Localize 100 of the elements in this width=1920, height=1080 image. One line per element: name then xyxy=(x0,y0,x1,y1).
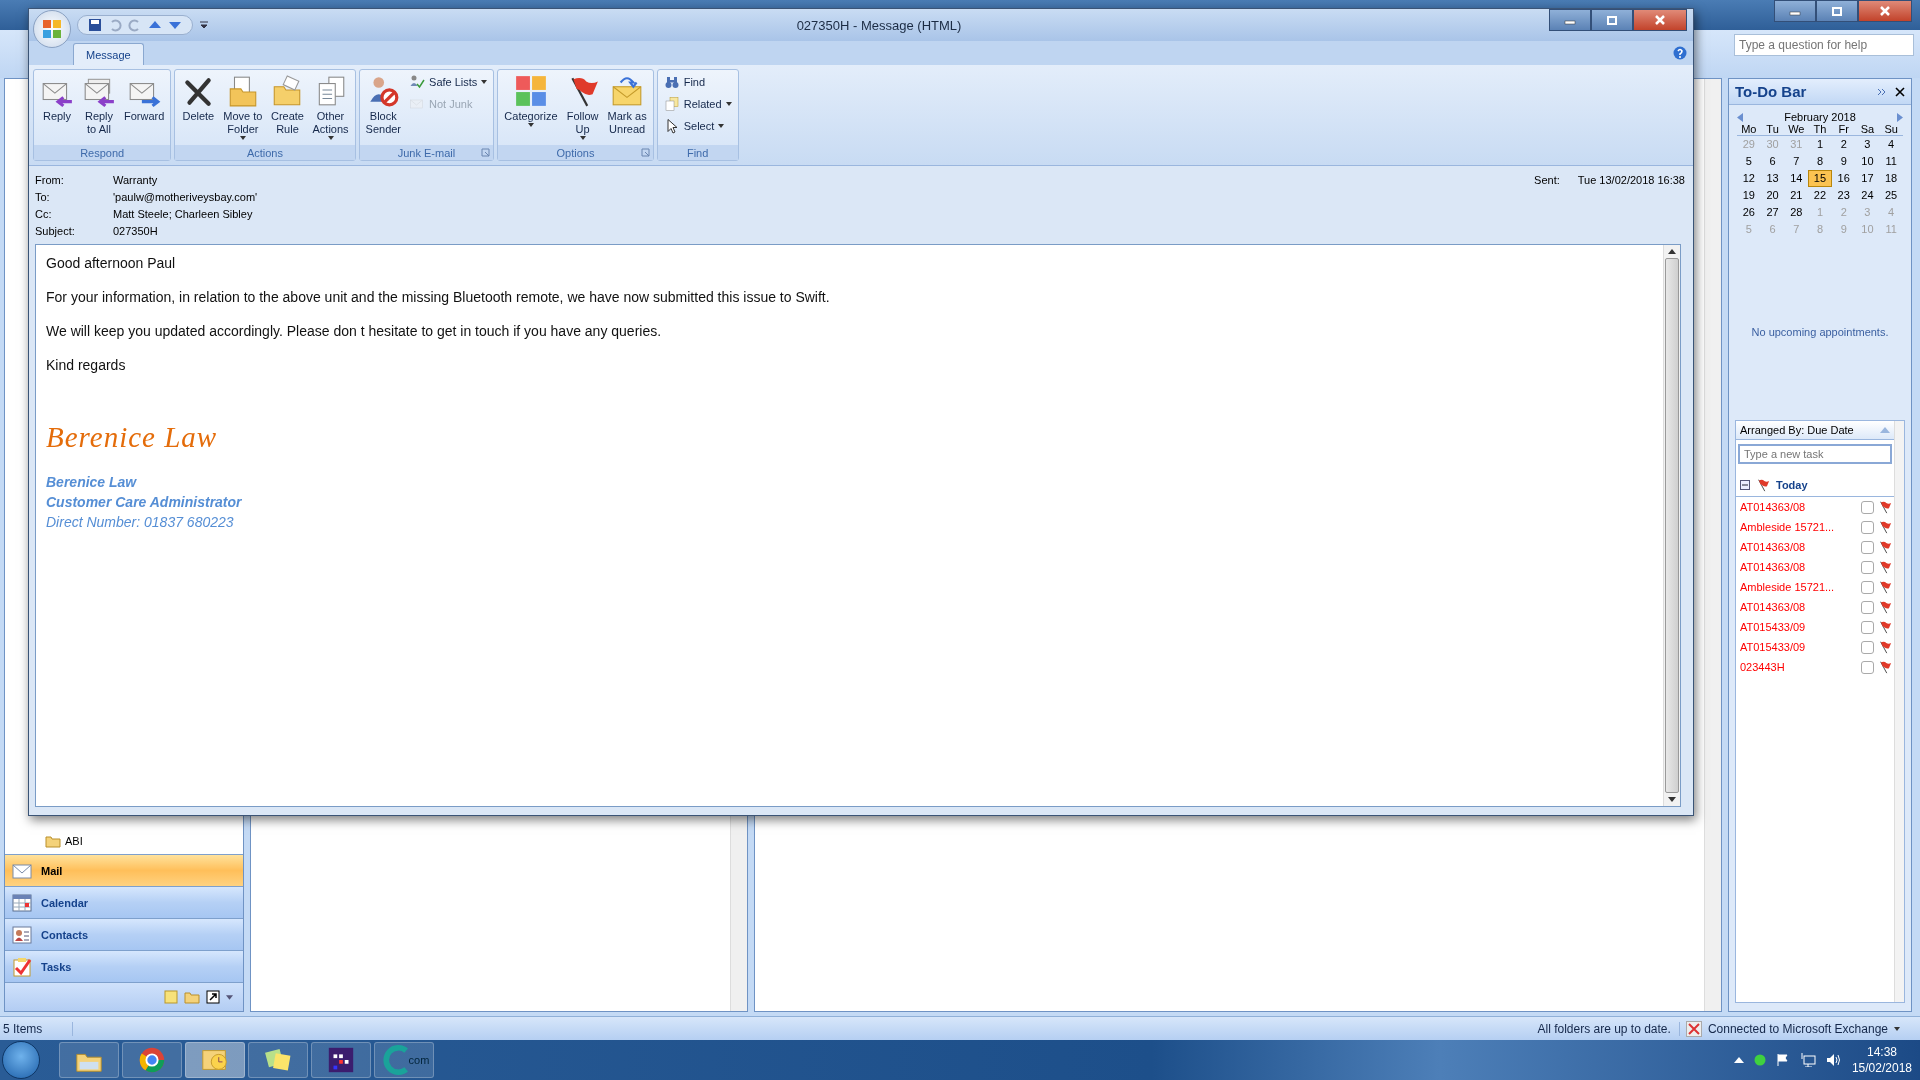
calendar-day[interactable]: 17 xyxy=(1855,170,1880,187)
task-checkbox[interactable] xyxy=(1861,540,1874,554)
status-dot-icon[interactable] xyxy=(1753,1054,1766,1066)
task-title[interactable]: AT015433/09 xyxy=(1740,641,1857,653)
calendar-day[interactable]: 23 xyxy=(1831,187,1856,204)
task-title[interactable]: Ambleside 15721... xyxy=(1740,581,1857,593)
save-icon[interactable] xyxy=(88,18,102,32)
caret-icon[interactable] xyxy=(226,994,233,1000)
network-icon[interactable] xyxy=(1799,1053,1816,1067)
nav-button[interactable]: Contacts xyxy=(5,918,243,950)
nav-button[interactable]: Tasks xyxy=(5,950,243,982)
help-search-field[interactable]: Type a question for help xyxy=(1734,34,1914,56)
taskbar-button[interactable] xyxy=(122,1042,182,1078)
ribbon-button[interactable]: Move to Folder xyxy=(220,72,266,143)
task-checkbox[interactable] xyxy=(1861,620,1874,634)
previous-month-icon[interactable] xyxy=(1737,112,1743,122)
ribbon-button[interactable]: Follow Up xyxy=(562,72,603,143)
flag-icon[interactable] xyxy=(1878,500,1892,514)
calendar-day[interactable]: 11 xyxy=(1879,153,1903,170)
close-icon[interactable] xyxy=(1895,86,1905,97)
task-title[interactable]: AT014363/08 xyxy=(1740,501,1857,513)
double-chevron-icon[interactable] xyxy=(1877,86,1887,97)
scrollbar-thumb[interactable] xyxy=(1665,258,1679,793)
task-checkbox[interactable] xyxy=(1861,660,1874,674)
calendar-day[interactable]: 1 xyxy=(1808,136,1832,153)
calendar-day[interactable]: 2 xyxy=(1831,136,1856,153)
calendar-day[interactable]: 25 xyxy=(1879,187,1903,204)
flag-icon[interactable] xyxy=(1878,600,1892,614)
flag-icon[interactable] xyxy=(1878,520,1892,534)
task-title[interactable]: AT014363/08 xyxy=(1740,601,1857,613)
calendar-day[interactable]: 19 xyxy=(1737,187,1761,204)
new-task-field[interactable]: Type a new task xyxy=(1738,444,1892,464)
ribbon-button[interactable]: Block Sender xyxy=(362,72,405,143)
ribbon-button[interactable]: Find xyxy=(660,72,735,92)
customize-icon[interactable] xyxy=(199,21,209,29)
calendar-day[interactable]: 28 xyxy=(1784,204,1809,221)
flag-icon[interactable] xyxy=(1878,540,1892,554)
calendar-day[interactable]: 3 xyxy=(1855,136,1880,153)
taskbar-button[interactable] xyxy=(248,1042,308,1078)
ribbon-button[interactable]: Safe Lists xyxy=(406,72,491,92)
minimize-button[interactable] xyxy=(1549,9,1591,31)
task-checkbox[interactable] xyxy=(1861,640,1874,654)
calendar-day[interactable]: 18 xyxy=(1879,170,1903,187)
ribbon-button[interactable]: Related xyxy=(660,94,735,114)
calendar-day[interactable]: 24 xyxy=(1855,187,1880,204)
ribbon-button[interactable]: Categorize xyxy=(501,72,561,143)
nav-button[interactable]: Calendar xyxy=(5,886,243,918)
flag-icon[interactable] xyxy=(1878,580,1892,594)
calendar-day[interactable]: 15 xyxy=(1808,170,1832,187)
help-icon[interactable] xyxy=(1673,46,1687,60)
flag-icon[interactable] xyxy=(1878,660,1892,674)
scroll-up-icon[interactable] xyxy=(1668,249,1676,254)
close-button[interactable] xyxy=(1633,9,1687,31)
taskbar-button[interactable] xyxy=(59,1042,119,1078)
calendar-day[interactable]: 5 xyxy=(1737,153,1761,170)
task-title[interactable]: AT014363/08 xyxy=(1740,561,1857,573)
calendar-day[interactable]: 7 xyxy=(1784,153,1809,170)
calendar-day[interactable]: 26 xyxy=(1737,204,1761,221)
calendar-day[interactable]: 13 xyxy=(1760,170,1785,187)
minimize-button[interactable] xyxy=(1774,0,1816,22)
restore-button[interactable] xyxy=(1816,0,1858,22)
show-hidden-icons-icon[interactable] xyxy=(1733,1057,1744,1063)
taskbar-button[interactable] xyxy=(311,1042,371,1078)
nav-button[interactable]: Mail xyxy=(5,854,243,886)
dialog-launcher-icon[interactable] xyxy=(481,148,491,157)
speaker-icon[interactable] xyxy=(1825,1053,1842,1067)
scrollbar[interactable] xyxy=(1894,421,1904,1002)
ribbon-button[interactable]: Other Actions xyxy=(309,72,352,143)
calendar-day[interactable]: 9 xyxy=(1831,153,1856,170)
next-month-icon[interactable] xyxy=(1897,112,1903,122)
flag-icon[interactable] xyxy=(1878,560,1892,574)
calendar-day[interactable]: 27 xyxy=(1760,204,1785,221)
calendar-day[interactable]: 14 xyxy=(1784,170,1809,187)
calendar-day[interactable]: 21 xyxy=(1784,187,1809,204)
dialog-launcher-icon[interactable] xyxy=(640,148,650,157)
calendar-day[interactable]: 8 xyxy=(1808,153,1832,170)
ribbon-tab[interactable]: Message xyxy=(73,43,144,65)
flag-icon[interactable] xyxy=(1775,1053,1790,1067)
clock-date[interactable]: 15/02/2018 xyxy=(1851,1060,1912,1076)
folder-item[interactable]: ABI xyxy=(45,834,243,848)
calendar-day[interactable]: 22 xyxy=(1808,187,1832,204)
task-title[interactable]: 023443H xyxy=(1740,661,1857,673)
calendar-day[interactable]: 10 xyxy=(1855,153,1880,170)
task-title[interactable]: AT014363/08 xyxy=(1740,541,1857,553)
flag-icon[interactable] xyxy=(1878,640,1892,654)
calendar-day[interactable]: 6 xyxy=(1760,153,1785,170)
flag-icon[interactable] xyxy=(1878,620,1892,634)
ribbon-button[interactable]: Forward xyxy=(121,72,168,143)
restore-button[interactable] xyxy=(1591,9,1633,31)
calendar-day[interactable]: 20 xyxy=(1760,187,1785,204)
task-title[interactable]: Ambleside 15721... xyxy=(1740,521,1857,533)
task-checkbox[interactable] xyxy=(1861,500,1874,514)
connection-status[interactable]: Connected to Microsoft Exchange xyxy=(1707,1021,1888,1036)
ribbon-button[interactable]: Reply to All xyxy=(79,72,119,143)
task-title[interactable]: AT015433/09 xyxy=(1740,621,1857,633)
ribbon-button[interactable]: Create Rule xyxy=(267,72,308,143)
scroll-down-icon[interactable] xyxy=(1668,797,1676,802)
office-button[interactable] xyxy=(33,10,71,48)
ribbon-button[interactable]: Delete xyxy=(178,72,219,143)
calendar-day[interactable]: 16 xyxy=(1831,170,1856,187)
